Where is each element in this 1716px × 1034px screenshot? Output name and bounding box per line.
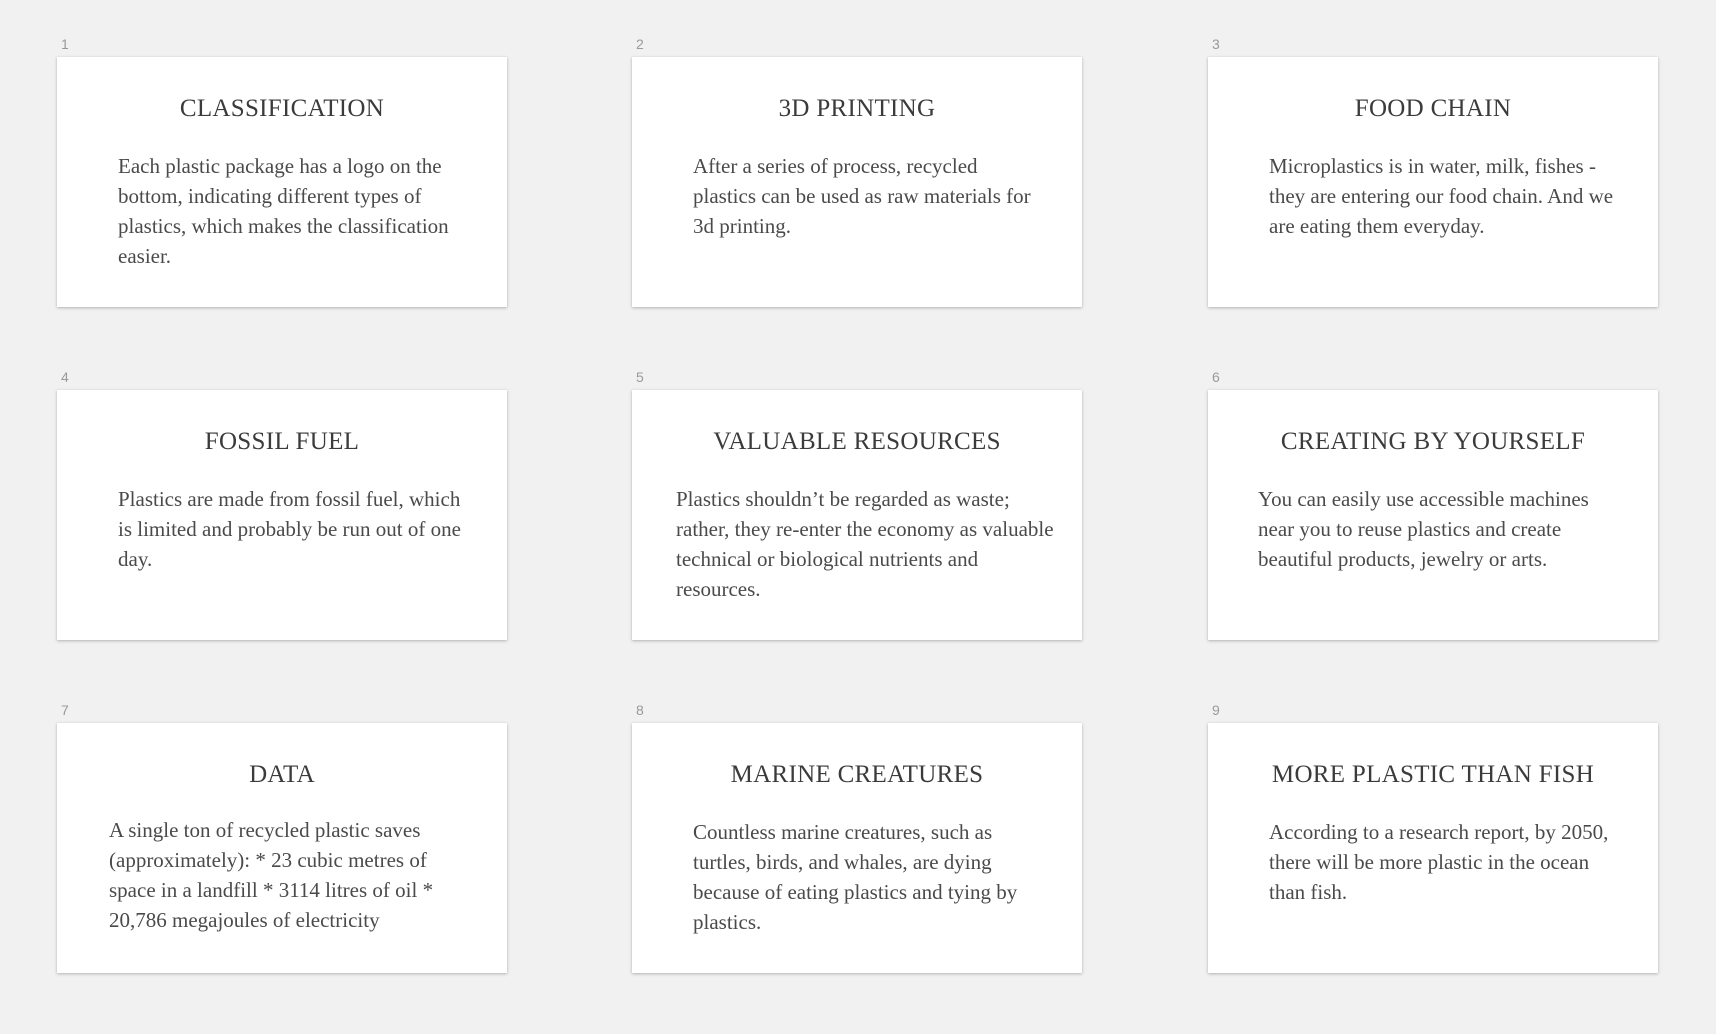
card-title: VALUABLE RESOURCES	[713, 428, 1001, 455]
card-item: 6 CREATING BY YOURSELF You can easily us…	[1208, 368, 1658, 651]
card-number: 5	[636, 369, 644, 385]
card-title: DATA	[249, 761, 315, 788]
card[interactable]: FOSSIL FUEL Plastics are made from fossi…	[57, 390, 507, 640]
card-number: 6	[1212, 369, 1220, 385]
card-title: FOSSIL FUEL	[204, 428, 360, 455]
card-item: 5 VALUABLE RESOURCES Plastics shouldn’t …	[632, 368, 1082, 651]
card-number: 9	[1212, 702, 1220, 718]
card-number: 3	[1212, 36, 1220, 52]
card-body: Microplastics is in water, milk, fishes …	[1269, 154, 1614, 238]
card-item: 8 MARINE CREATURES Countless marine crea…	[632, 701, 1082, 984]
card-body: Countless marine creatures, such as turt…	[693, 820, 1018, 934]
card-title: CREATING BY YOURSELF	[1280, 428, 1586, 455]
card-body: You can easily use accessible machines n…	[1258, 487, 1589, 571]
card-body: After a series of process, recycled plas…	[693, 154, 1031, 238]
card[interactable]: CLASSIFICATION Each plastic package has …	[57, 57, 507, 307]
card-body: Each plastic package has a logo on the b…	[118, 154, 449, 268]
card-item: 1 CLASSIFICATION Each plastic package ha…	[57, 35, 507, 318]
card[interactable]: FOOD CHAIN Microplastics is in water, mi…	[1208, 57, 1658, 307]
card-title: 3D PRINTING	[778, 95, 936, 122]
card[interactable]: DATA A single ton of recycled plastic sa…	[57, 723, 507, 973]
card-title: MARINE CREATURES	[730, 761, 984, 788]
card-item: 3 FOOD CHAIN Microplastics is in water, …	[1208, 35, 1658, 318]
card-number: 4	[61, 369, 69, 385]
card-number: 7	[61, 702, 69, 718]
card-item: 9 MORE PLASTIC THAN FISH According to a …	[1208, 701, 1658, 984]
card[interactable]: MARINE CREATURES Countless marine creatu…	[632, 723, 1082, 973]
card-body: According to a research report, by 2050,…	[1269, 820, 1609, 904]
card[interactable]: 3D PRINTING After a series of process, r…	[632, 57, 1082, 307]
card[interactable]: MORE PLASTIC THAN FISH According to a re…	[1208, 723, 1658, 973]
card[interactable]: VALUABLE RESOURCES Plastics shouldn’t be…	[632, 390, 1082, 640]
card-number: 2	[636, 36, 644, 52]
card-number: 8	[636, 702, 644, 718]
card-item: 7 DATA A single ton of recycled plastic …	[57, 701, 507, 984]
card-item: 2 3D PRINTING After a series of process,…	[632, 35, 1082, 318]
card-title: CLASSIFICATION	[179, 95, 385, 122]
card-item: 4 FOSSIL FUEL Plastics are made from fos…	[57, 368, 507, 651]
card-title: FOOD CHAIN	[1354, 95, 1512, 122]
card-number: 1	[61, 36, 69, 52]
card-body: A single ton of recycled plastic saves (…	[109, 818, 434, 932]
card-title: MORE PLASTIC THAN FISH	[1271, 761, 1595, 788]
card[interactable]: CREATING BY YOURSELF You can easily use …	[1208, 390, 1658, 640]
card-body: Plastics shouldn’t be regarded as waste;…	[676, 487, 1054, 601]
card-body: Plastics are made from fossil fuel, whic…	[118, 487, 461, 571]
